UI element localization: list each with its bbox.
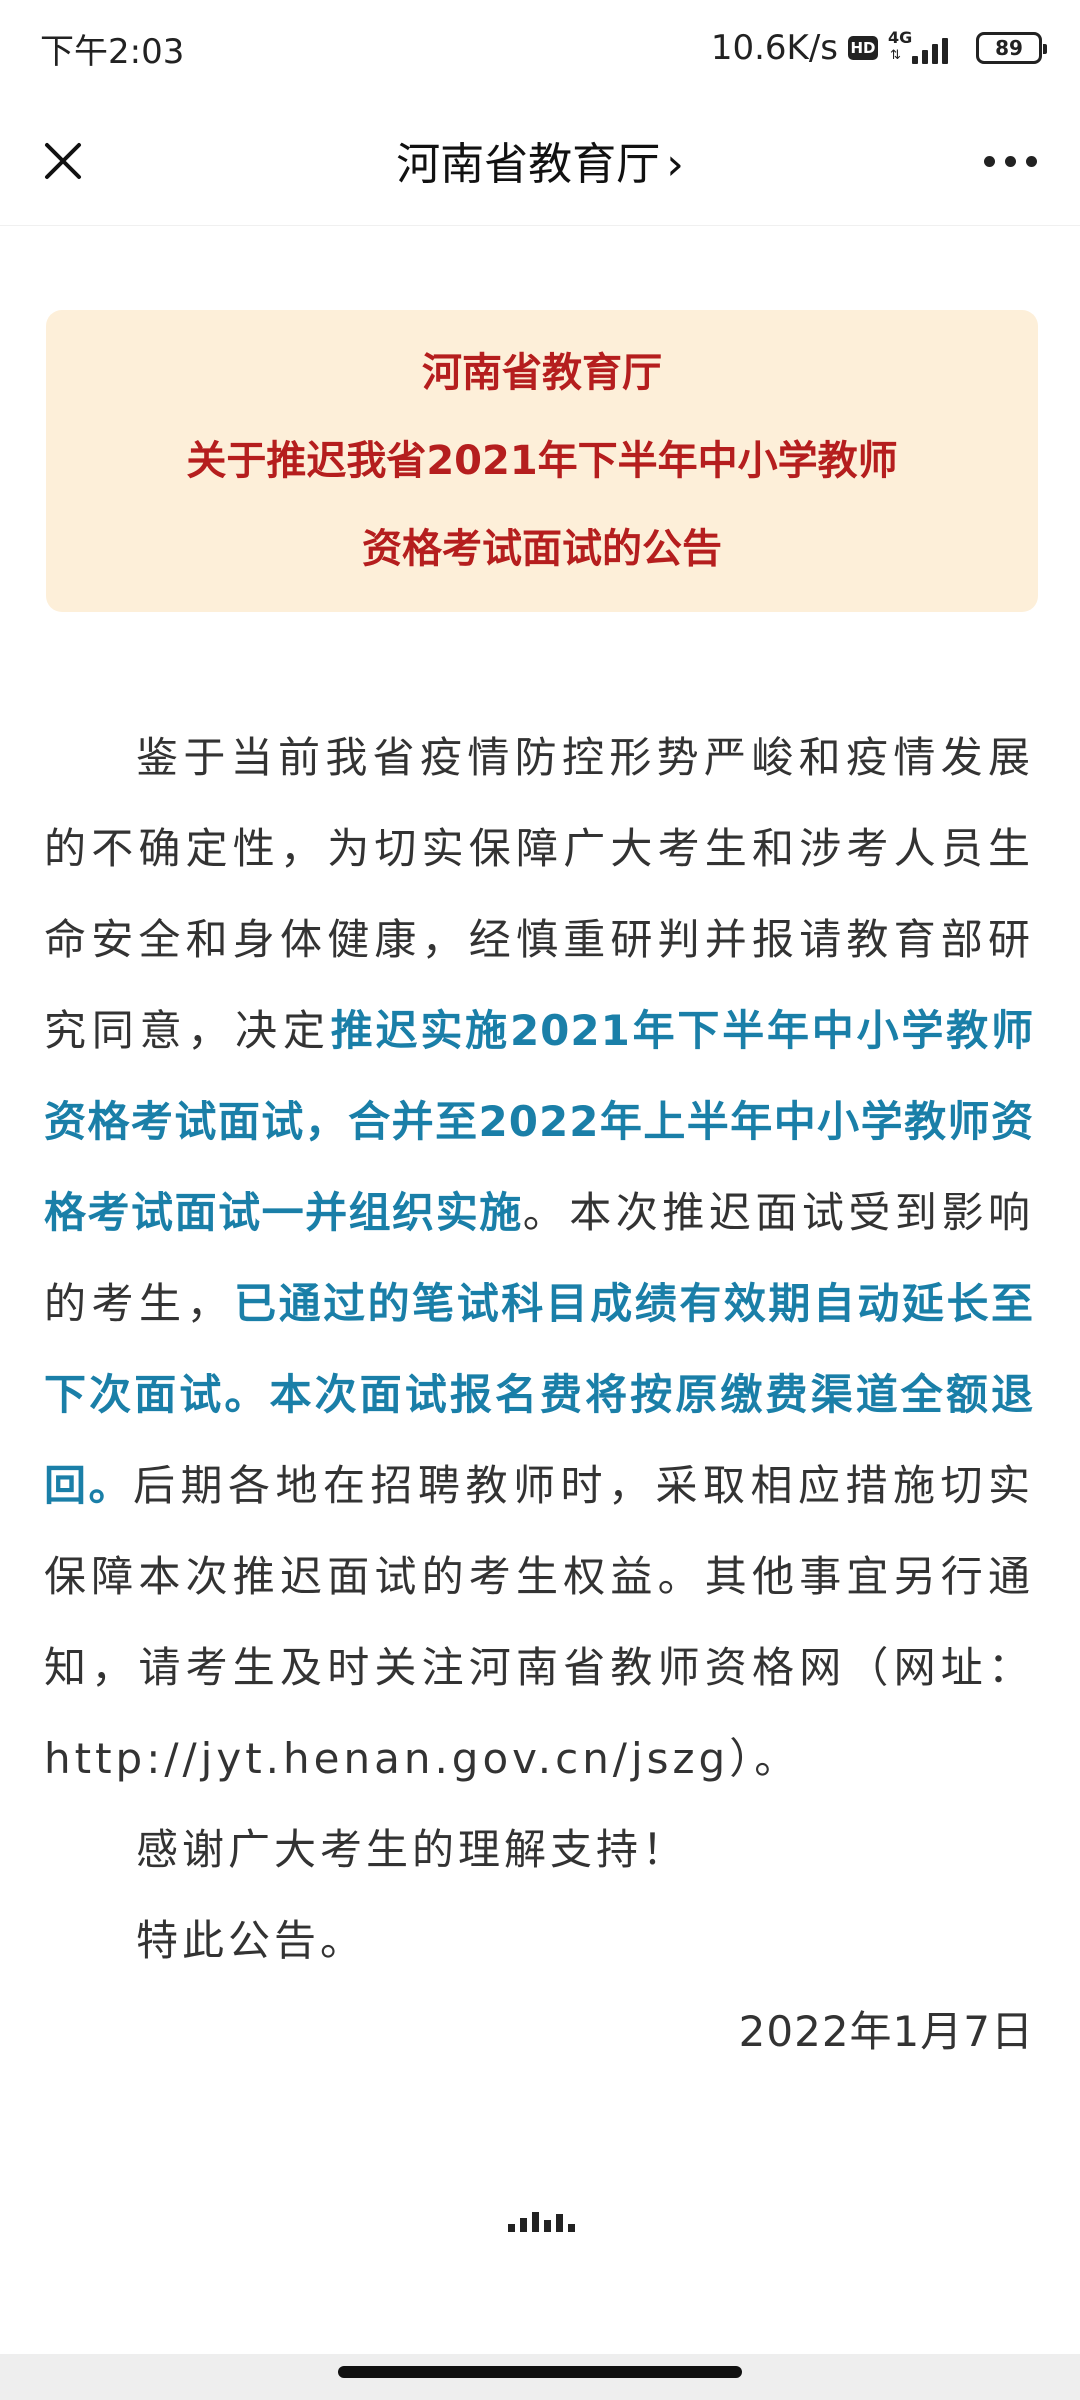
screen: 下午2:03 10.6K/s HD 4G ⇅ 89 河南省教育厅 › 河南省教育… (0, 0, 1080, 2400)
battery-level: 89 (995, 36, 1023, 60)
more-options-button[interactable] (970, 126, 1050, 196)
article-paragraph-3: 特此公告。 (136, 1916, 367, 1965)
signal-icon: 4G ⇅ (888, 28, 960, 68)
page-title: 河南省教育厅 (396, 139, 661, 190)
article-paragraph-2: 感谢广大考生的理解支持！ (136, 1825, 689, 1874)
article-body: 鉴于当前我省疫情防控形势严峻和疫情发展的不确定性，为切实保障广大考生和涉考人员生… (44, 712, 1034, 2077)
nav-bar: 河南省教育厅 › (0, 96, 1080, 226)
data-arrows-icon: ⇅ (890, 48, 901, 63)
dot-icon (1025, 155, 1037, 167)
network-speed: 10.6K/s (710, 28, 838, 68)
status-indicators: 10.6K/s HD 4G ⇅ 89 (710, 28, 1047, 68)
home-indicator[interactable] (338, 2366, 742, 2378)
notice-title-line-1: 河南省教育厅 (422, 350, 662, 396)
hd-icon: HD (848, 36, 878, 60)
dot-icon (983, 155, 995, 167)
dot-icon (1004, 155, 1016, 167)
status-bar: 下午2:03 10.6K/s HD 4G ⇅ 89 (0, 0, 1080, 96)
audio-wave-icon (508, 2212, 575, 2232)
account-title-link[interactable]: 河南省教育厅 › (0, 128, 1080, 192)
chevron-right-icon: › (666, 139, 684, 190)
notice-title-line-3: 资格考试面试的公告 (362, 526, 722, 572)
battery-icon: 89 (976, 32, 1047, 64)
bottom-bar (0, 2354, 1080, 2400)
network-type: 4G (888, 28, 913, 47)
notice-title-line-2: 关于推迟我省2021年下半年中小学教师 (186, 438, 898, 484)
status-time: 下午2:03 (40, 31, 185, 72)
notice-date: 2022年1月7日 (738, 2007, 1034, 2056)
notice-header-card: 河南省教育厅 关于推迟我省2021年下半年中小学教师 资格考试面试的公告 (46, 310, 1038, 612)
article-paragraph-1: 鉴于当前我省疫情防控形势严峻和疫情发展的不确定性，为切实保障广大考生和涉考人员生… (44, 733, 1034, 1783)
